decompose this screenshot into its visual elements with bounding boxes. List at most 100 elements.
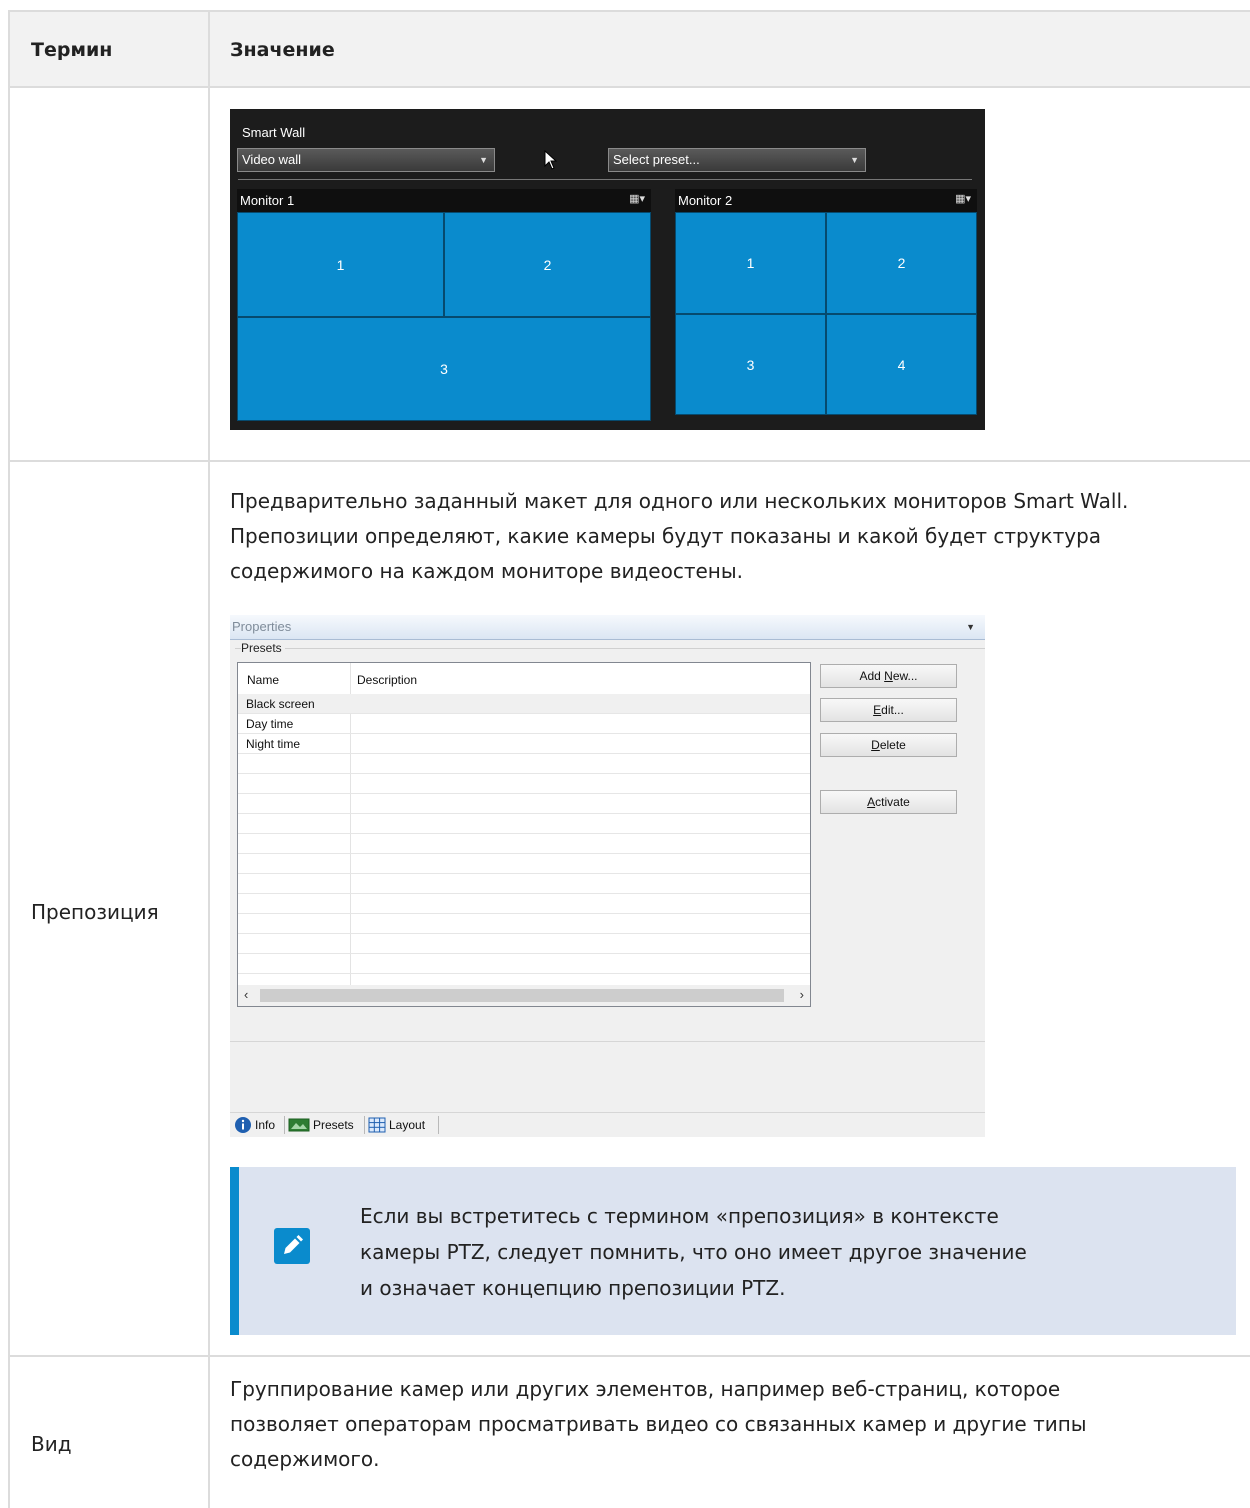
monitor-tile[interactable]: 1 (675, 212, 826, 314)
button-accesskey: N (884, 669, 893, 683)
group-line (235, 648, 985, 649)
empty-row (238, 774, 810, 794)
row-divider (8, 1355, 1250, 1357)
preset-placeholder: Select preset... (613, 152, 700, 167)
empty-row (238, 874, 810, 894)
note-callout: Если вы встретитесь с термином «препозиц… (230, 1167, 1236, 1335)
list-item-name: Night time (246, 737, 301, 751)
button-label: ctivate (875, 795, 910, 809)
layout-grid-icon[interactable]: ▦▾ (955, 192, 971, 205)
tab-presets[interactable]: Presets (288, 1115, 354, 1135)
scrollbar-thumb[interactable] (260, 989, 784, 1002)
text-line: позволяет операторам просматривать видео… (230, 1412, 1087, 1436)
table-border-left (8, 10, 10, 1508)
monitor-tile[interactable]: 1 (237, 212, 444, 317)
list-item[interactable]: Black screen (238, 694, 810, 714)
mouse-cursor-icon (544, 150, 558, 170)
video-wall-dropdown[interactable]: Video wall ▼ (237, 148, 495, 172)
column-header-description[interactable]: Description (357, 673, 417, 687)
chevron-down-icon: ▼ (479, 155, 488, 165)
monitor-tile[interactable]: 3 (675, 314, 826, 415)
properties-titlebar: Properties ▼ (230, 615, 985, 640)
delete-button[interactable]: Delete (820, 733, 957, 757)
monitor-1: Monitor 1 ▦▾ 1 2 3 (237, 189, 651, 421)
layout-grid-icon[interactable]: ▦▾ (629, 192, 645, 205)
row-divider (8, 460, 1250, 462)
list-item-name: Black screen (246, 697, 315, 711)
tab-info[interactable]: Info (234, 1115, 275, 1135)
button-label: dit... (881, 703, 904, 717)
list-item[interactable]: Day time (238, 714, 810, 734)
info-icon (235, 1117, 251, 1133)
list-item[interactable]: Night time (238, 734, 810, 754)
collapse-icon[interactable]: ▼ (966, 622, 975, 632)
empty-row (238, 954, 810, 974)
button-accesskey: A (867, 795, 876, 809)
button-label: ew... (892, 669, 918, 683)
monitor-tile[interactable]: 2 (444, 212, 651, 317)
empty-row (238, 854, 810, 874)
button-label: elete (879, 738, 906, 752)
header-term: Термин (31, 39, 113, 61)
term-view: Вид (31, 1432, 72, 1456)
monitor-tile[interactable]: 3 (237, 317, 651, 421)
note-text: Если вы встретитесь с термином «препозиц… (360, 1198, 1027, 1306)
text-line: и означает концепцию препозиции PTZ. (360, 1276, 786, 1300)
button-accesskey: E (873, 703, 882, 717)
presets-icon (288, 1118, 310, 1132)
edit-button[interactable]: Edit... (820, 698, 957, 722)
empty-row (238, 794, 810, 814)
empty-row (238, 814, 810, 834)
text-line: содержимого на каждом мониторе видеостен… (230, 559, 744, 583)
properties-panel: Properties ▼ Presets Name Description Bl… (230, 615, 985, 1137)
smart-wall-panel: Smart Wall Video wall ▼ Select preset...… (230, 109, 985, 430)
scroll-left-icon[interactable]: ‹ (244, 987, 248, 1002)
monitor-1-title: Monitor 1 (240, 193, 295, 208)
empty-row (238, 934, 810, 954)
properties-tabs: Info Presets Layout (230, 1112, 985, 1137)
tab-separator (364, 1116, 365, 1134)
header-meaning: Значение (230, 39, 335, 61)
list-item-name: Day time (246, 717, 294, 731)
tab-presets-label: Presets (313, 1118, 354, 1132)
text-line: содержимого. (230, 1447, 380, 1471)
text-line: Препозиции определяют, какие камеры буду… (230, 524, 1102, 548)
properties-title: Properties (232, 619, 292, 634)
column-header-name[interactable]: Name (247, 673, 279, 687)
preset-description: Предварительно заданный макет для одного… (230, 484, 1128, 589)
term-preset: Препозиция (31, 900, 159, 924)
presets-group-label: Presets (241, 641, 285, 655)
button-label: Add (859, 669, 885, 683)
presets-list[interactable]: Name Description Black screen Day time N… (237, 662, 811, 1007)
empty-row (238, 914, 810, 934)
preset-dropdown[interactable]: Select preset... ▼ (608, 148, 866, 172)
pencil-note-icon (274, 1228, 310, 1264)
view-description: Группирование камер или других элементов… (230, 1372, 1087, 1477)
text-line: Предварительно заданный макет для одного… (230, 489, 1129, 513)
monitor-2: Monitor 2 ▦▾ 1 2 3 4 (675, 189, 977, 415)
monitor-tile[interactable]: 4 (826, 314, 977, 415)
video-wall-value: Video wall (242, 152, 302, 167)
text-line: камеры PTZ, следует помнить, что оно име… (360, 1240, 1027, 1264)
tab-layout[interactable]: Layout (368, 1115, 425, 1135)
panel-divider (230, 1041, 985, 1042)
table-header: Термин Значение (8, 10, 1250, 88)
monitor-tile[interactable]: 2 (826, 212, 977, 314)
note-accent-bar (230, 1167, 239, 1335)
tab-separator (438, 1116, 439, 1134)
divider (238, 179, 972, 180)
activate-button[interactable]: Activate (820, 790, 957, 814)
text-line: Группирование камер или других элементов… (230, 1377, 1061, 1401)
chevron-down-icon: ▼ (850, 155, 859, 165)
horizontal-scrollbar[interactable]: ‹ › (238, 985, 810, 1006)
tab-separator (284, 1116, 285, 1134)
empty-row (238, 754, 810, 774)
layout-grid-icon (368, 1117, 386, 1133)
scroll-right-icon[interactable]: › (800, 987, 804, 1002)
add-new-button[interactable]: Add New... (820, 664, 957, 688)
column-divider (208, 10, 210, 1508)
smart-wall-title: Smart Wall (242, 125, 306, 140)
empty-row (238, 894, 810, 914)
empty-row (238, 834, 810, 854)
tab-info-label: Info (255, 1118, 276, 1132)
